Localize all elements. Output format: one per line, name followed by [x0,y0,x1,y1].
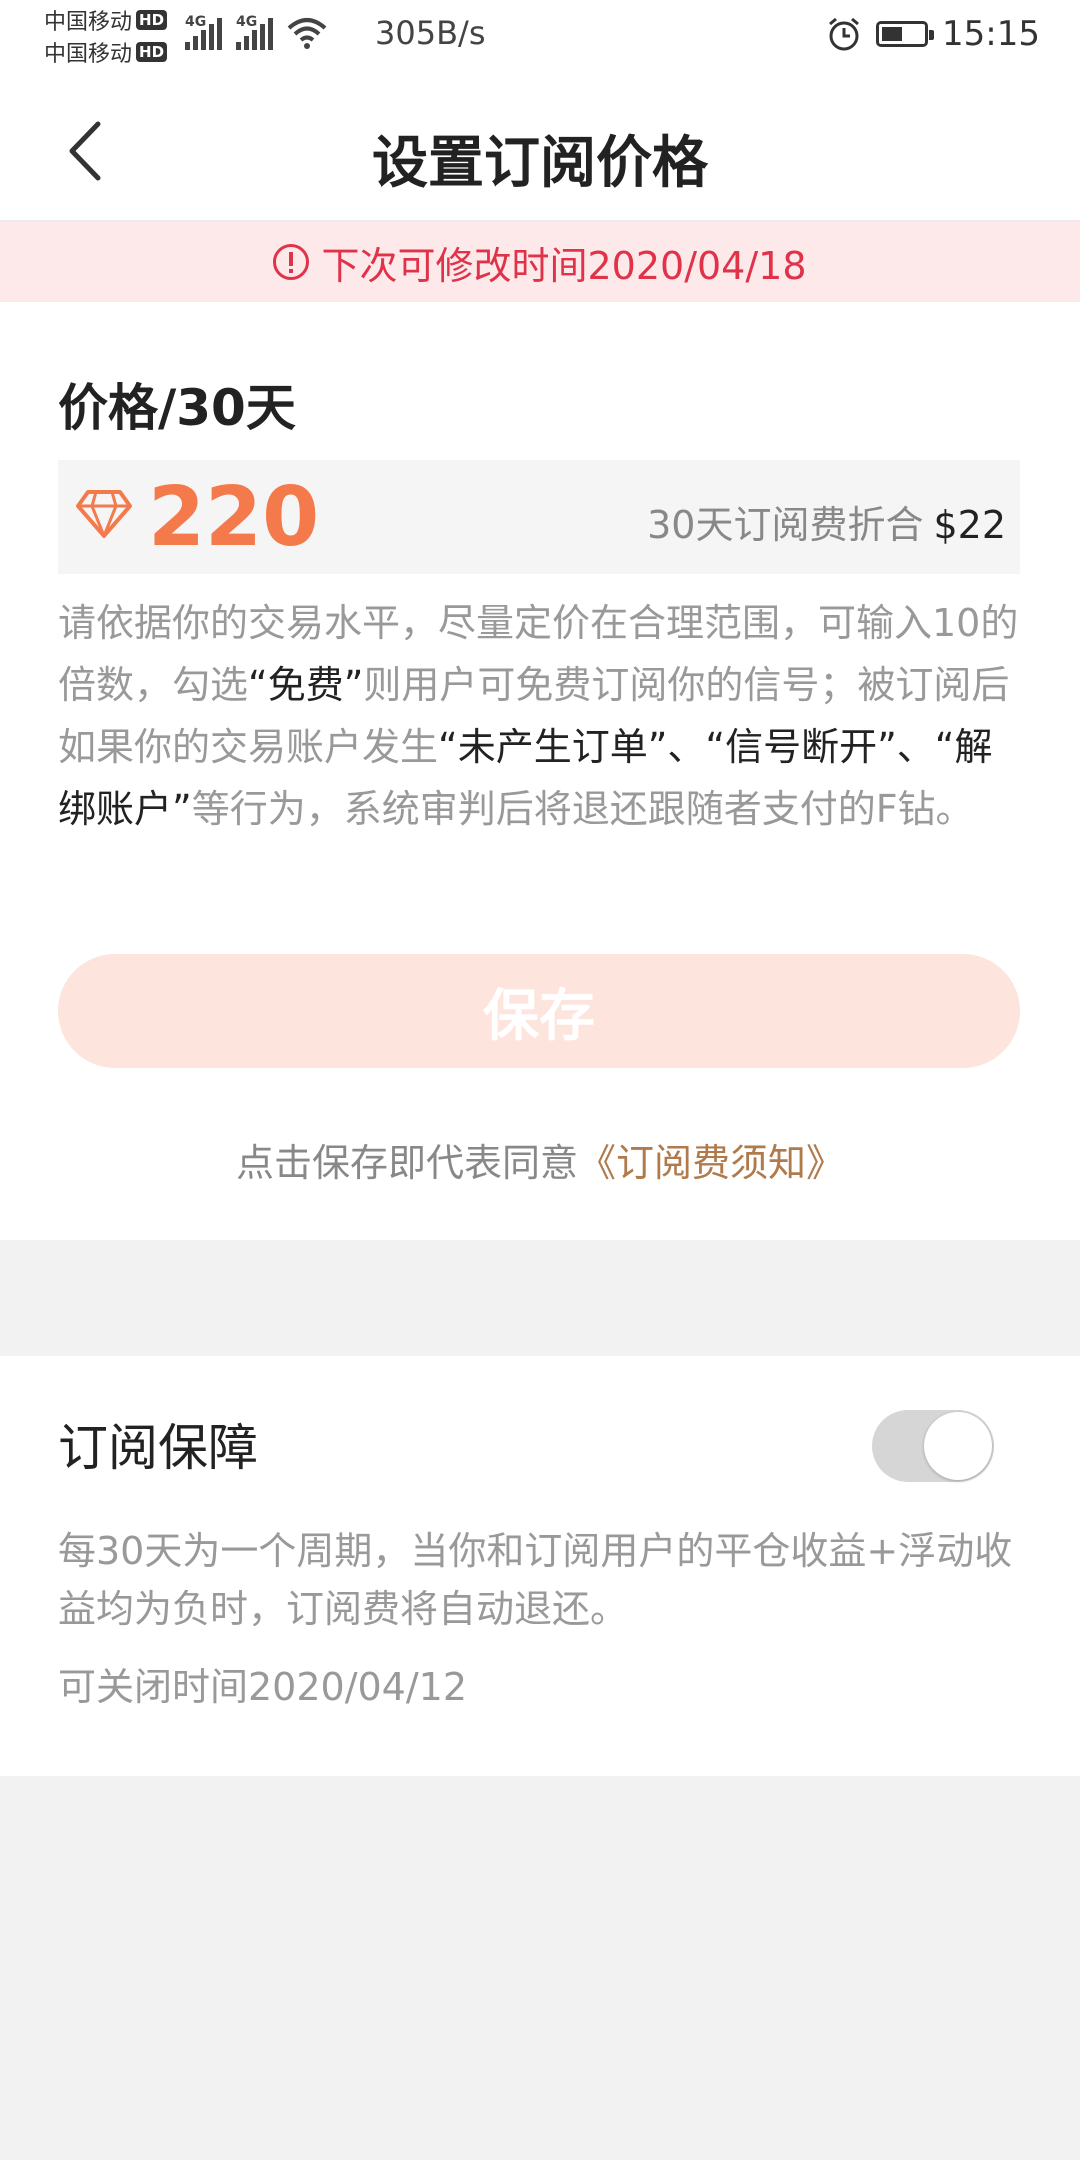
clock: 15:15 [942,14,1040,54]
save-button[interactable]: 保存 [58,954,1020,1068]
battery-icon [876,21,935,47]
hd-badge: HD [136,42,168,62]
signal-icon: 4G [185,14,222,50]
alarm-icon [829,17,859,51]
pricing-description: 请依据你的交易水平，尽量定价在合理范围，可输入10的倍数，勾选“免费”则用户可免… [58,601,1019,831]
guarantee-description: 每30天为一个周期，当你和订阅用户的平仓收益+浮动收益均为负时，订阅费将自动退还… [58,1529,1013,1631]
status-bar: 中国移动 HD 中国移动 HD 4G 4G 305B/s 15:15 [0,0,1080,80]
price-input[interactable]: 220 30天订阅费折合 $22 [58,460,1020,574]
carrier-name: 中国移动 [44,42,133,67]
app-header: 设置订阅价格 [0,80,1080,222]
toggle-knob [924,1412,992,1480]
hd-badge: HD [136,10,168,30]
close-time: 可关闭时间2020/04/12 [58,1665,468,1709]
price-card: 价格/30天 220 30天订阅费折合 $22 请依据你的交易水平，尽量定价在合理… [0,302,1080,1240]
guarantee-card: 订阅保障 每30天为一个周期，当你和订阅用户的平仓收益+浮动收益均为负时，订阅费… [0,1356,1080,1776]
subscription-terms-link[interactable]: 《订阅费须知》 [578,1141,844,1185]
alert-icon [273,244,310,280]
diamond-icon [76,490,132,538]
carrier-name: 中国移动 [44,10,133,35]
modify-time-notice: 下次可修改时间2020/04/18 [0,222,1080,302]
agreement-text: 点击保存即代表同意《订阅费须知》 [235,1141,845,1185]
net-speed: 305B/s [375,14,486,52]
page-title: 设置订阅价格 [372,131,708,196]
signal-icon: 4G [236,14,273,50]
guarantee-toggle[interactable] [872,1410,994,1482]
price-conversion: 30天订阅费折合 $22 [647,503,1006,547]
carrier-info: 中国移动 HD 中国移动 HD [44,4,168,68]
signal-icons: 4G 4G [185,14,327,50]
price-value[interactable]: 220 [148,470,319,565]
price-label: 价格/30天 [58,379,296,437]
wifi-icon [287,18,327,49]
conversion-amount: $22 [933,503,1006,547]
guarantee-title: 订阅保障 [58,1419,258,1477]
notice-text: 下次可修改时间2020/04/18 [321,243,807,288]
